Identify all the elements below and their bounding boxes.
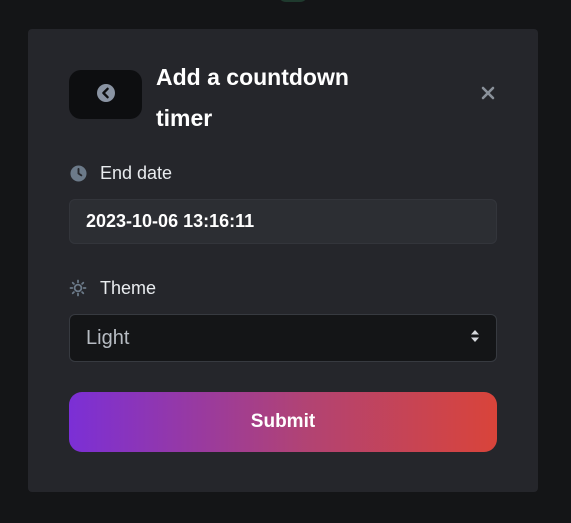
close-button[interactable] bbox=[477, 83, 499, 105]
submit-button[interactable]: Submit bbox=[69, 392, 497, 452]
sun-icon bbox=[69, 279, 87, 297]
end-date-label: End date bbox=[69, 162, 172, 184]
theme-label: Theme bbox=[69, 277, 156, 299]
theme-select[interactable]: Light bbox=[69, 314, 497, 362]
select-arrows-icon bbox=[470, 328, 480, 349]
clock-icon bbox=[69, 164, 87, 182]
modal-title: Add a countdown timer bbox=[156, 64, 349, 131]
theme-label-text: Theme bbox=[100, 277, 157, 298]
page: Add a countdown timer End date 2023-10-0… bbox=[0, 0, 571, 523]
countdown-modal: Add a countdown timer End date 2023-10-0… bbox=[28, 29, 538, 492]
back-button[interactable] bbox=[69, 70, 142, 119]
close-icon bbox=[481, 86, 495, 103]
theme-selected-value: Light bbox=[86, 326, 130, 349]
end-date-input[interactable] bbox=[69, 199, 497, 244]
background-element bbox=[278, 0, 308, 2]
chevron-left-circle-icon bbox=[96, 83, 116, 106]
end-date-label-text: End date bbox=[100, 162, 173, 183]
